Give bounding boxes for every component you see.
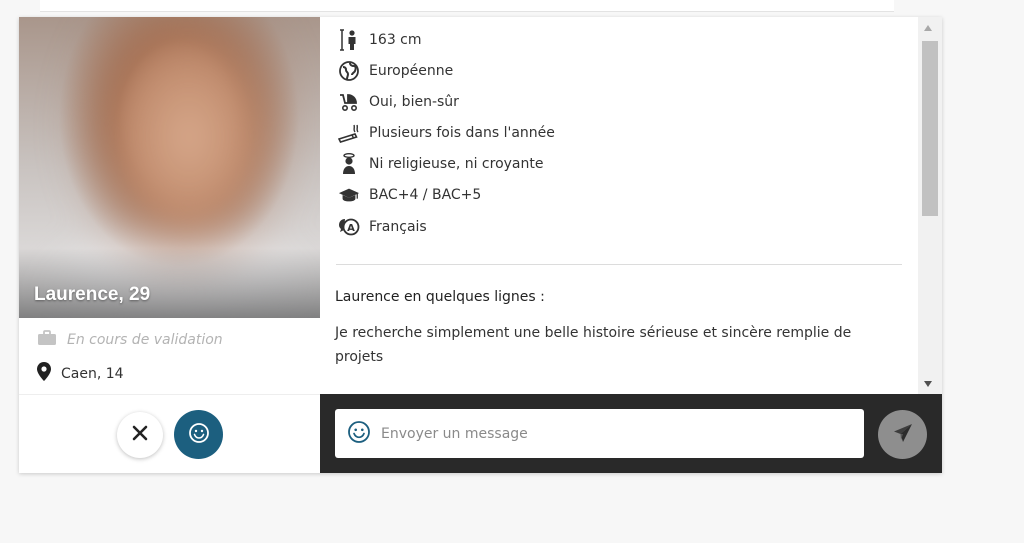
attribute-height: 163 cm — [338, 29, 422, 51]
profile-photo[interactable]: Laurence, 29 — [19, 17, 320, 318]
scroll-up-arrow-icon[interactable] — [924, 25, 932, 31]
attribute-origin: Européenne — [338, 60, 453, 82]
attribute-language: A Français — [338, 216, 427, 238]
like-button[interactable] — [174, 410, 223, 459]
attribute-label: Plusieurs fois dans l'année — [369, 125, 555, 141]
height-icon — [338, 29, 360, 51]
job-text: En cours de validation — [67, 332, 223, 348]
emoji-icon[interactable] — [347, 420, 371, 448]
message-input[interactable] — [381, 425, 841, 442]
attribute-smoking: Plusieurs fois dans l'année — [338, 122, 555, 144]
location-pin-icon — [37, 362, 51, 385]
city-text: Caen, 14 — [61, 365, 124, 382]
attribute-education: BAC+4 / BAC+5 — [338, 184, 481, 206]
smiley-icon — [188, 422, 210, 448]
attribute-label: BAC+4 / BAC+5 — [369, 187, 482, 203]
attribute-religion: Ni religieuse, ni croyante — [338, 153, 544, 175]
about-title: Laurence en quelques lignes : — [335, 289, 545, 305]
briefcase-icon — [37, 330, 57, 350]
message-box[interactable] — [335, 409, 864, 458]
chat-bar — [320, 394, 942, 473]
profile-name-age: Laurence, 29 — [34, 284, 151, 305]
profile-card: Laurence, 29 En cours de validation Caen… — [19, 17, 942, 473]
job-row: En cours de validation — [37, 330, 223, 350]
details-scrollbar[interactable] — [918, 17, 942, 394]
attribute-label: Européenne — [369, 63, 454, 79]
profile-actions — [19, 394, 320, 473]
section-divider — [336, 264, 902, 265]
attribute-label: Ni religieuse, ni croyante — [369, 156, 544, 172]
attribute-label: 163 cm — [369, 32, 422, 48]
close-icon — [131, 424, 149, 446]
pass-button[interactable] — [117, 412, 163, 458]
scroll-down-arrow-icon[interactable] — [924, 381, 932, 387]
graduation-cap-icon — [338, 184, 360, 206]
religion-icon — [338, 153, 360, 175]
cigarette-icon — [338, 122, 360, 144]
about-text: Je recherche simplement une belle histoi… — [335, 325, 852, 365]
attribute-children: Oui, bien-sûr — [338, 91, 459, 113]
paper-plane-icon — [892, 422, 914, 448]
attribute-label: Oui, bien-sûr — [369, 94, 459, 110]
city-row: Caen, 14 — [37, 362, 124, 385]
attribute-label: Français — [369, 219, 427, 235]
language-icon: A — [338, 216, 360, 238]
photo-gradient — [19, 248, 320, 318]
globe-icon — [338, 60, 360, 82]
send-button[interactable] — [878, 410, 927, 459]
previous-card-edge — [40, 0, 894, 12]
profile-details[interactable]: 163 cm Européenne Oui, bien-sûr Plusieur… — [320, 17, 918, 394]
stroller-icon — [338, 91, 360, 113]
scrollbar-thumb[interactable] — [922, 41, 938, 216]
svg-text:A: A — [347, 223, 355, 234]
